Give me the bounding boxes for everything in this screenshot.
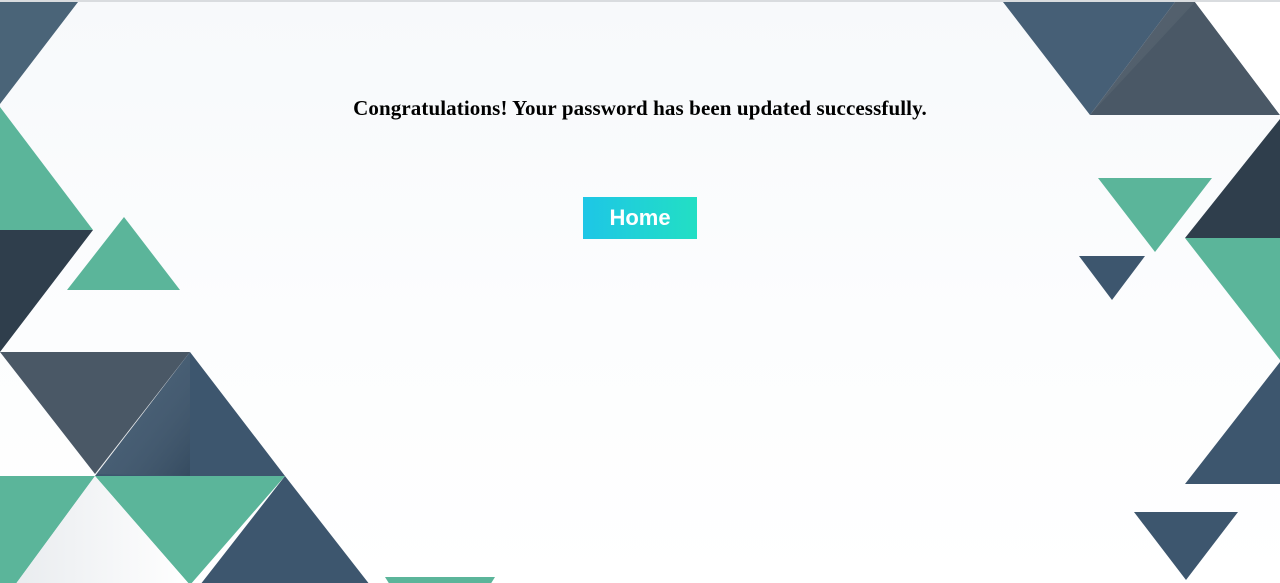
background-triangle-pattern (0, 2, 1280, 583)
password-success-page: Congratulations! Your password has been … (0, 0, 1280, 583)
triangle-left-top (0, 2, 78, 104)
triangle-right-teal-mid (1185, 238, 1280, 360)
triangle-left-dark-1 (0, 230, 93, 352)
triangle-right-navy-bottom (1134, 512, 1238, 580)
triangle-bottom-teal-sliver (385, 577, 495, 583)
triangle-right-navy-lower (1185, 362, 1280, 484)
home-button[interactable]: Home (583, 197, 697, 239)
triangle-left-teal-1 (0, 107, 93, 230)
triangle-right-navy-small (1079, 256, 1145, 300)
success-message: Congratulations! Your password has been … (353, 96, 927, 120)
